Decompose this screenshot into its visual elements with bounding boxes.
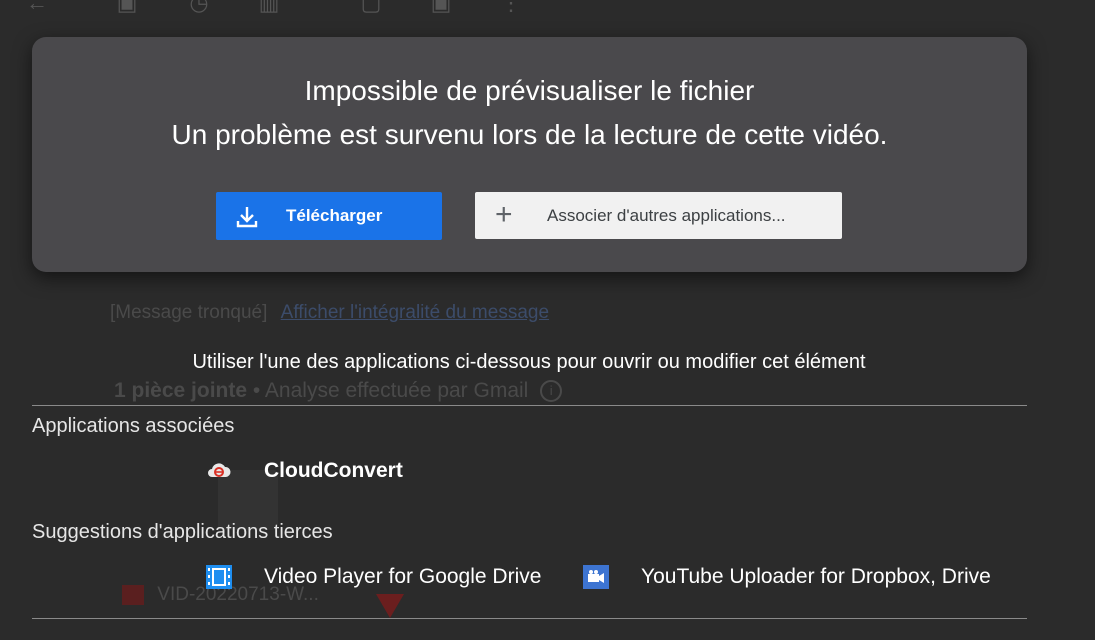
associate-label: Associer d'autres applications...	[547, 206, 786, 225]
download-label: Télécharger	[286, 206, 383, 225]
app-video-player[interactable]: Video Player for Google Drive	[206, 563, 556, 591]
video-file-icon	[122, 584, 144, 605]
back-arrow-icon[interactable]: ←	[26, 0, 48, 14]
preview-error-card: Impossible de prévisualiser le fichier U…	[32, 37, 1027, 272]
open-with-hint: Utiliser l'une des applications ci-desso…	[192, 351, 866, 373]
error-subtitle: Un problème est survenu lors de la lectu…	[171, 119, 888, 150]
error-title: Impossible de prévisualiser le fichier	[304, 75, 755, 106]
truncated-label: [Message tronqué]	[110, 302, 268, 323]
delete-icon[interactable]: ▥	[258, 0, 280, 14]
associate-apps-button[interactable]: + Associer d'autres applications...	[475, 192, 842, 239]
move-to-icon[interactable]: ▣	[430, 0, 452, 14]
divider-bottom	[32, 618, 1027, 619]
divider-top	[32, 405, 1027, 406]
show-full-message-link[interactable]: Afficher l'intégralité du message	[281, 302, 549, 323]
archive-icon[interactable]: ▣	[116, 0, 138, 14]
video-camera-icon	[583, 565, 609, 589]
app-cloudconvert[interactable]: CloudConvert	[206, 457, 426, 485]
info-icon[interactable]: i	[540, 380, 563, 403]
app-name: Video Player for Google Drive	[264, 565, 542, 588]
cloudconvert-icon	[208, 463, 231, 477]
download-icon	[236, 207, 258, 228]
red-triangle-shape	[376, 594, 404, 618]
scan-note: • Analyse effectuée par Gmail	[252, 379, 529, 402]
mark-unread-icon[interactable]: ▢	[360, 0, 382, 14]
associated-apps-label: Applications associées	[32, 415, 235, 437]
suggested-apps-label: Suggestions d'applications tierces	[32, 521, 333, 543]
download-button[interactable]: Télécharger	[216, 192, 442, 240]
more-vert-icon[interactable]: ⋮	[500, 0, 522, 14]
message-truncated: [Message tronqué] Afficher l'intégralité…	[110, 302, 549, 324]
plus-icon: +	[495, 198, 513, 231]
app-youtube-uploader[interactable]: YouTube Uploader for Dropbox, Drive	[583, 563, 1013, 591]
app-name: CloudConvert	[264, 459, 403, 482]
snooze-icon[interactable]: ◷	[188, 0, 210, 14]
attachment-header: 1 pièce jointe • Analyse effectuée par G…	[114, 379, 563, 403]
app-name: YouTube Uploader for Dropbox, Drive	[641, 565, 991, 588]
attachment-count: 1 pièce jointe	[114, 379, 248, 402]
film-icon	[206, 565, 232, 589]
